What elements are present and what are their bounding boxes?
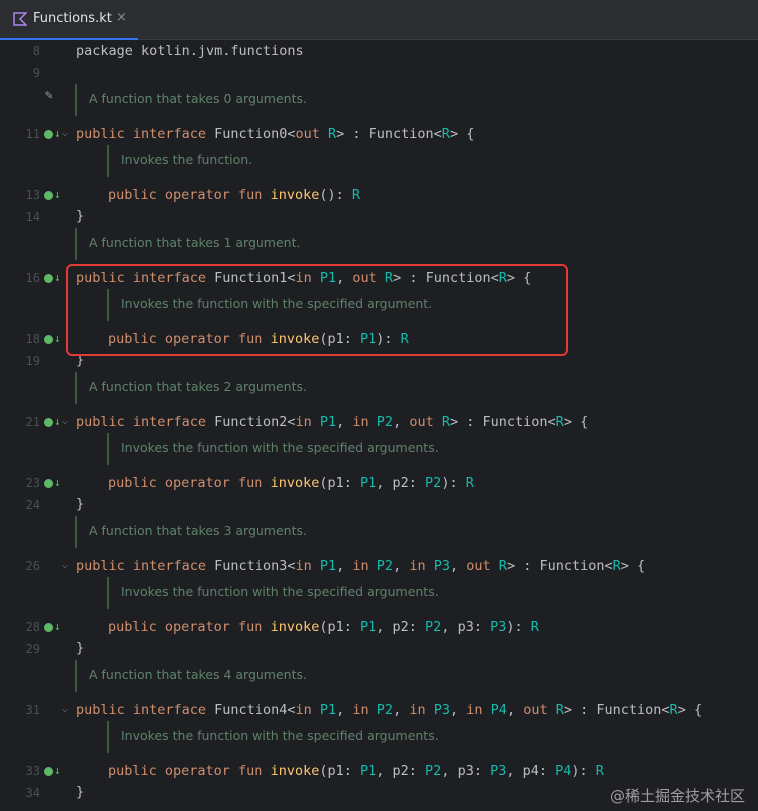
line-number: 8 (32, 44, 40, 58)
implemented-gutter-icon[interactable] (44, 274, 53, 283)
editor-tab-bar: Functions.kt × (0, 0, 758, 40)
watermark: @稀土掘金技术社区 (610, 787, 746, 805)
down-arrow-icon: ↓ (54, 764, 61, 777)
fold-chevron-icon[interactable]: ⌵ (62, 128, 68, 140)
fold-chevron-icon[interactable]: ⌵ (62, 416, 68, 428)
doc-comment: Invokes the function with the specified … (107, 577, 439, 609)
code-line: public interface Function0<out R> : Func… (76, 126, 475, 142)
doc-comment: A function that takes 0 arguments. (75, 84, 307, 116)
code-editor[interactable]: 8 package kotlin.jvm.functions 9 ✎ A fun… (0, 40, 758, 811)
doc-comment: Invokes the function. (107, 145, 252, 177)
line-number: 24 (25, 498, 40, 512)
code-line: } (76, 496, 85, 512)
down-arrow-icon: ↓ (54, 271, 61, 284)
code-line: public interface Function3<in P1, in P2,… (76, 558, 646, 574)
fold-chevron-icon[interactable]: ⌵ (62, 704, 68, 716)
code-line: } (76, 784, 85, 800)
implemented-gutter-icon[interactable] (44, 130, 53, 139)
doc-comment: A function that takes 2 arguments. (75, 372, 307, 404)
implemented-gutter-icon[interactable] (44, 767, 53, 776)
code-line: public operator fun invoke(): R (108, 187, 361, 203)
implemented-gutter-icon[interactable] (44, 335, 53, 344)
line-number: 29 (25, 642, 40, 656)
close-icon[interactable]: × (116, 10, 127, 25)
line-number: 21 (25, 415, 40, 429)
down-arrow-icon: ↓ (54, 127, 61, 140)
line-number: 18 (25, 332, 40, 346)
doc-comment: A function that takes 1 argument. (75, 228, 300, 260)
line-number: 34 (25, 786, 40, 800)
down-arrow-icon: ↓ (54, 476, 61, 489)
tab-label: Functions.kt (33, 11, 112, 26)
line-number: 16 (25, 271, 40, 285)
doc-comment: A function that takes 4 arguments. (75, 660, 307, 692)
line-number: 11 (25, 127, 40, 141)
kotlin-file-icon (13, 12, 27, 26)
code-line: package kotlin.jvm.functions (76, 43, 304, 59)
down-arrow-icon: ↓ (54, 620, 61, 633)
code-line: public operator fun invoke(p1: P1, p2: P… (108, 763, 604, 779)
line-number: 33 (25, 764, 40, 778)
line-number: 23 (25, 476, 40, 490)
highlight-box (66, 264, 568, 356)
line-number: 26 (25, 559, 40, 573)
line-number: 31 (25, 703, 40, 717)
line-number: 13 (25, 188, 40, 202)
code-line: public operator fun invoke(p1: P1, p2: P… (108, 619, 539, 635)
code-line: public interface Function4<in P1, in P2,… (76, 702, 703, 718)
code-line: } (76, 640, 85, 656)
edit-doc-pencil-icon[interactable]: ✎ (45, 88, 53, 103)
implemented-gutter-icon[interactable] (44, 623, 53, 632)
down-arrow-icon: ↓ (54, 188, 61, 201)
line-number: 9 (32, 66, 40, 80)
implemented-gutter-icon[interactable] (44, 479, 53, 488)
line-number: 28 (25, 620, 40, 634)
line-number: 19 (25, 354, 40, 368)
line-number: 14 (25, 210, 40, 224)
implemented-gutter-icon[interactable] (44, 191, 53, 200)
tab-functions-kt[interactable]: Functions.kt × (0, 0, 138, 40)
doc-comment: Invokes the function with the specified … (107, 721, 439, 753)
implemented-gutter-icon[interactable] (44, 418, 53, 427)
code-line: public interface Function2<in P1, in P2,… (76, 414, 589, 430)
fold-chevron-icon[interactable]: ⌵ (62, 560, 68, 572)
down-arrow-icon: ↓ (54, 415, 61, 428)
doc-comment: A function that takes 3 arguments. (75, 516, 307, 548)
code-line: public operator fun invoke(p1: P1, p2: P… (108, 475, 474, 491)
doc-comment: Invokes the function with the specified … (107, 433, 439, 465)
code-line: } (76, 208, 85, 224)
down-arrow-icon: ↓ (54, 332, 61, 345)
